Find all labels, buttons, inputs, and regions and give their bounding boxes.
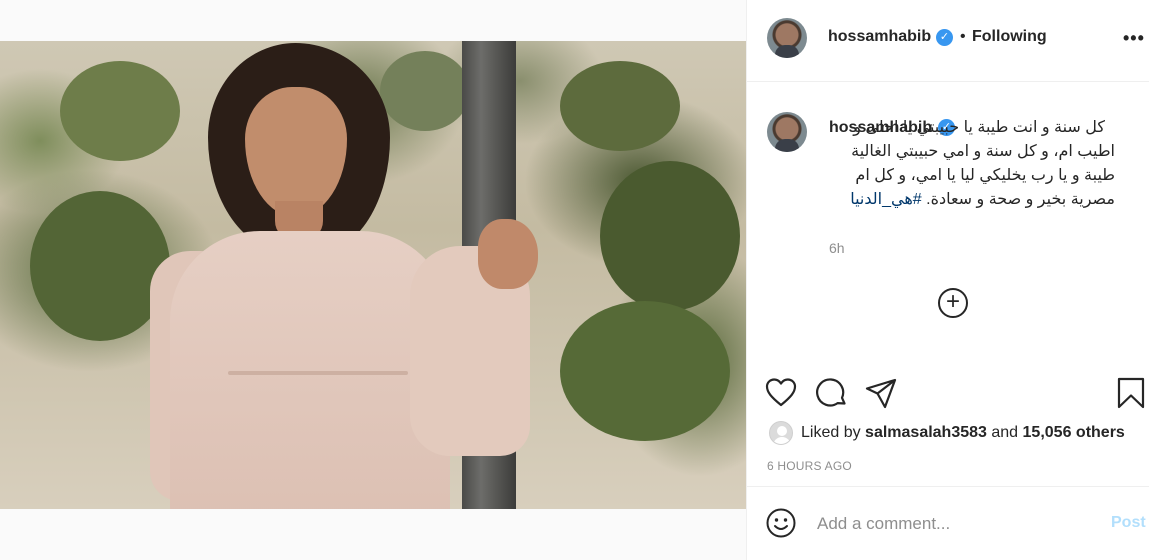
liker-username[interactable]: salmasalah3583 (865, 424, 987, 441)
follow-separator: • (960, 28, 966, 45)
likes-prefix: Liked by (801, 424, 861, 441)
more-options-icon[interactable]: ••• (1123, 28, 1145, 49)
following-button[interactable]: Following (972, 28, 1047, 46)
likes-summary: Liked by salmasalah3583 and 15,056 other… (769, 420, 1149, 446)
foliage (380, 51, 470, 131)
emoji-icon[interactable] (765, 507, 797, 539)
foliage (600, 161, 740, 311)
caption-hashtag[interactable]: #هي_الدنيا (850, 191, 921, 208)
caption-time[interactable]: 6h (829, 240, 845, 256)
comment-icon[interactable] (815, 376, 849, 410)
author-avatar[interactable] (767, 18, 807, 58)
caption-avatar[interactable] (767, 112, 807, 152)
foliage (60, 61, 180, 161)
likes-others-link[interactable]: 15,056 others (1023, 424, 1125, 441)
post-photo[interactable] (0, 41, 746, 509)
likes-conjunction: and (991, 424, 1019, 441)
post-sidebar: hossamhabib ✓ • Following ••• hossamhabi… (746, 0, 1149, 560)
heart-icon[interactable] (764, 376, 798, 410)
person-dress (170, 231, 450, 509)
caption: hossamhabib ✓ كل سنة و انت طيبة يا حبيبت… (829, 116, 1115, 208)
likes-text: Liked by salmasalah3583 and 15,056 other… (801, 424, 1125, 442)
foliage (560, 61, 680, 151)
comment-input[interactable] (817, 511, 1087, 537)
verified-badge-icon: ✓ (936, 29, 953, 46)
comment-bar: Post (747, 486, 1149, 560)
foliage (560, 301, 730, 441)
post-header: hossamhabib ✓ • Following ••• (747, 0, 1149, 82)
post-timestamp[interactable]: 6 HOURS AGO (767, 459, 852, 473)
post-button[interactable]: Post (1111, 514, 1146, 532)
save-icon[interactable] (1114, 376, 1148, 410)
person-hand (478, 219, 538, 289)
author-username[interactable]: hossamhabib (828, 28, 931, 46)
liker-avatar[interactable] (769, 421, 793, 445)
post-media (0, 0, 746, 560)
share-icon[interactable] (864, 376, 898, 410)
dress-waist-seam (228, 371, 408, 375)
foliage (30, 191, 170, 341)
action-bar (747, 370, 1149, 418)
caption-body: كل سنة و انت طيبة يا حبيبتي يا احلى و اط… (829, 116, 1115, 212)
plus-circle-icon[interactable]: + (938, 288, 968, 318)
